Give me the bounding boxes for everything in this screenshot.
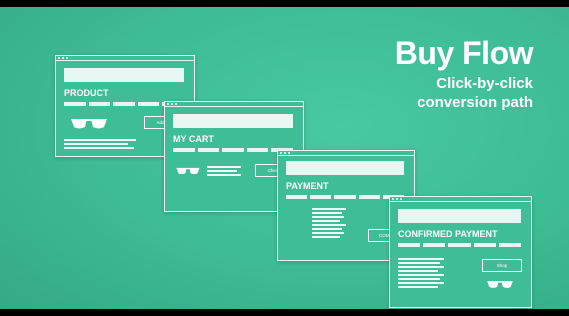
cart-nav-bar [173, 148, 293, 152]
confirmation-window: CONFIRMED PAYMENT Shop [389, 196, 532, 308]
description-line [64, 143, 128, 145]
cart-heading: MY CART [173, 134, 214, 144]
letterbox-bottom [0, 309, 569, 316]
receipt-line [398, 274, 444, 276]
glasses-icon [487, 281, 513, 288]
headline: Buy Flow Click-by-click conversion path [394, 35, 534, 112]
receipt-line [398, 266, 444, 268]
cart-item-line [207, 170, 237, 172]
description-line [64, 147, 134, 149]
payment-form-line [312, 236, 340, 238]
receipt-line [398, 258, 444, 260]
payment-form-line [312, 232, 344, 234]
confirmation-heading: CONFIRMED PAYMENT [398, 229, 498, 239]
receipt-line [398, 270, 438, 272]
window-titlebar [278, 151, 414, 156]
payment-form-line [312, 228, 342, 230]
payment-form-line [312, 212, 342, 214]
payment-form-line [312, 216, 344, 218]
glasses-icon [71, 119, 107, 129]
url-bar [286, 161, 404, 175]
url-bar [64, 68, 184, 82]
window-titlebar [390, 197, 531, 202]
payment-nav-bar [286, 195, 405, 199]
cart-item-line [207, 174, 241, 176]
payment-form-line [312, 224, 346, 226]
glasses-icon [176, 167, 200, 175]
shop-button[interactable]: Shop [482, 259, 522, 272]
video-frame: Buy Flow Click-by-click conversion path … [0, 0, 569, 316]
receipt-line [398, 286, 438, 288]
receipt-line [398, 282, 444, 284]
description-line [64, 139, 136, 141]
payment-heading: PAYMENT [286, 181, 329, 191]
url-bar [398, 209, 521, 223]
headline-title: Buy Flow [394, 35, 534, 71]
headline-subtitle-line1: Click-by-click [436, 75, 533, 92]
confirmation-nav-bar [398, 243, 522, 247]
payment-form-line [312, 208, 346, 210]
payment-form-line [312, 220, 340, 222]
cart-item-line [207, 166, 241, 168]
receipt-line [398, 262, 440, 264]
window-titlebar [165, 102, 303, 107]
letterbox-top [0, 0, 569, 7]
window-titlebar [56, 56, 194, 61]
receipt-line [398, 278, 440, 280]
headline-subtitle-line2: conversion path [417, 94, 533, 111]
product-heading: PRODUCT [64, 88, 109, 98]
url-bar [173, 114, 293, 128]
